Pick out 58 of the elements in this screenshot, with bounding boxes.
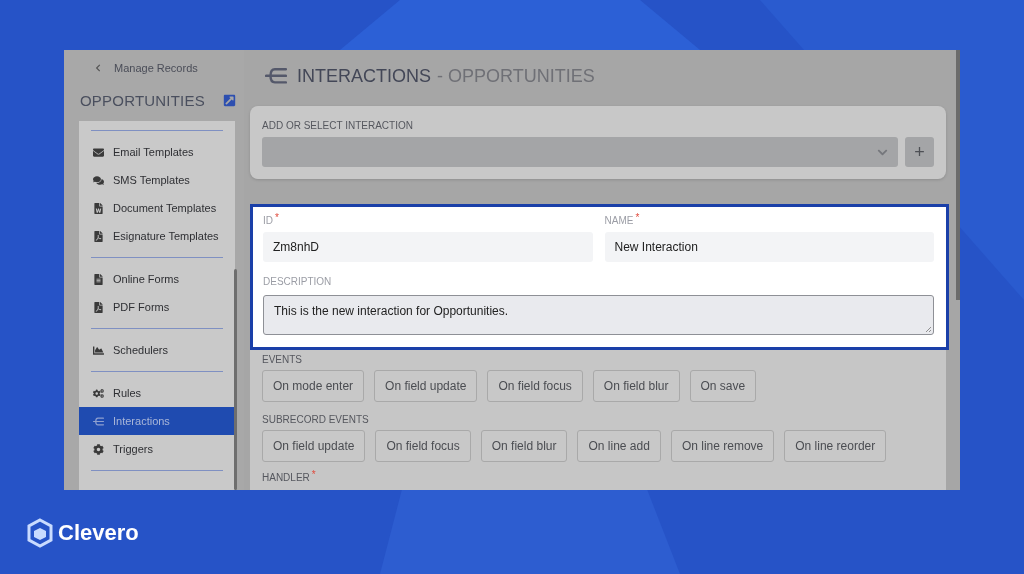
field-label: ADD OR SELECT INTERACTION: [262, 120, 414, 131]
sidebar-item[interactable]: Triggers: [79, 435, 235, 463]
pdf-file-icon: [93, 301, 104, 313]
event-button[interactable]: On line add: [577, 430, 661, 462]
event-button[interactable]: On field blur: [480, 430, 568, 462]
sidebar-item[interactable]: Email Templates: [79, 138, 235, 166]
field-label: ID: [263, 215, 273, 226]
event-button[interactable]: On field focus: [375, 430, 471, 462]
branch-lines-icon: [93, 415, 104, 427]
sidebar-item[interactable]: Esignature Templates: [79, 222, 235, 250]
sidebar-item[interactable]: Online Forms: [79, 265, 235, 293]
branch-lines-icon: [265, 67, 287, 85]
event-button[interactable]: On field update: [374, 370, 478, 402]
input-field[interactable]: New Interaction: [604, 232, 934, 262]
add-button[interactable]: +: [905, 137, 934, 167]
event-button[interactable]: On field update: [262, 430, 366, 462]
form-file-icon: [93, 273, 104, 285]
interaction-select[interactable]: [262, 137, 898, 167]
scrollbar-thumb[interactable]: [234, 269, 237, 490]
required-mark: *: [635, 212, 640, 223]
section-label: HANDLER: [262, 472, 310, 483]
event-button[interactable]: On field blur: [592, 370, 680, 402]
back-link-label: Manage Records: [114, 62, 198, 74]
chevron-left-icon: [94, 64, 102, 72]
event-button[interactable]: On mode enter: [262, 370, 365, 402]
gears-icon: [93, 387, 104, 399]
back-link[interactable]: Manage Records: [94, 61, 244, 75]
chart-icon: [93, 344, 104, 356]
section-label: SUBRECORD EVENTS: [262, 414, 370, 425]
pdf-file-icon: [93, 230, 104, 242]
field-label: NAME: [604, 215, 634, 226]
chat-bubbles-icon: [93, 174, 104, 186]
sidebar-item[interactable]: PDF Forms: [79, 293, 235, 321]
required-mark: *: [275, 212, 279, 223]
page-title: INTERACTIONS: [297, 65, 431, 87]
cube-logo-icon: [27, 518, 53, 548]
event-button[interactable]: On save: [689, 370, 757, 402]
required-mark: *: [311, 469, 316, 480]
record-title: OPPORTUNITIES: [80, 91, 205, 109]
sidebar-item[interactable]: SMS Templates: [79, 166, 235, 194]
gear-icon: [93, 443, 104, 455]
sidebar-item[interactable]: Schedulers: [79, 336, 235, 364]
sidebar-item[interactable]: Document Templates: [79, 194, 235, 222]
envelope-icon: [93, 146, 104, 158]
sidebar-item[interactable]: Rules: [79, 379, 235, 407]
event-button[interactable]: On line reorder: [784, 430, 887, 462]
field-label: DESCRIPTION: [263, 276, 332, 287]
section-label: EVENTS: [262, 354, 303, 365]
event-button[interactable]: On line remove: [670, 430, 775, 462]
brand-name: Clevero: [58, 520, 139, 546]
resize-handle-icon[interactable]: [925, 326, 932, 333]
event-button[interactable]: On field focus: [487, 370, 583, 402]
sidebar-item[interactable]: Interactions: [79, 407, 235, 435]
scrollbar-thumb[interactable]: [956, 50, 960, 300]
document-icon: [93, 202, 104, 214]
description-field[interactable]: This is the new interaction for Opportunities.: [263, 295, 934, 335]
input-field[interactable]: Zm8nhD: [263, 232, 593, 262]
external-link-icon[interactable]: [223, 93, 236, 107]
